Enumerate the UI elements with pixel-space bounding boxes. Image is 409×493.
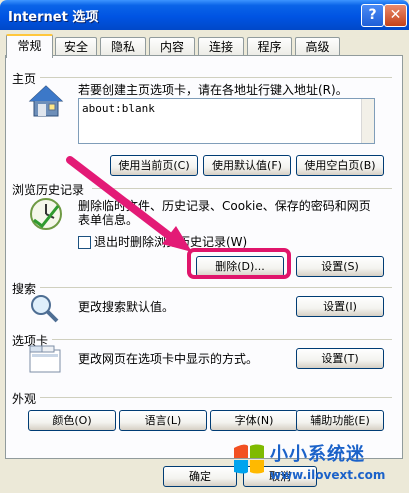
watermark-brand: 小小系统迷 [270,444,365,465]
delete-button-highlight [187,248,291,279]
tab-general[interactable]: 常规 [6,34,53,58]
internet-options-window: Internet 选项 ? ✕ 常规 安全 隐私 内容 连接 程序 高级 主页 … [0,0,409,493]
annotation-arrow [66,156,192,252]
watermark: 小小系统迷 www.ilovext.com [234,440,386,482]
windows-logo-icon [234,444,264,474]
watermark-url: www.ilovext.com [270,468,386,482]
